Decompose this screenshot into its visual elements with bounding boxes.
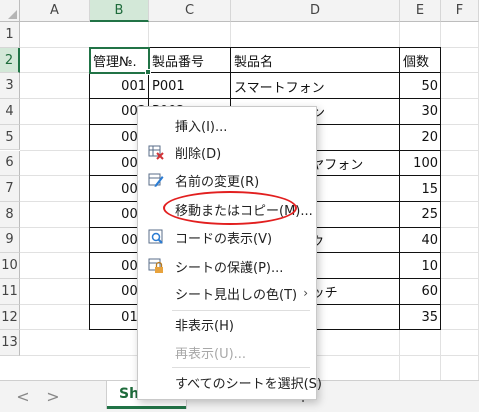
table-cell[interactable]: P001 [149, 73, 231, 99]
menu-item-insert[interactable]: 挿入(I)... [138, 113, 316, 137]
row-header-9[interactable]: 9 [0, 227, 20, 254]
menu-item-label: すべてのシートを選択(S) [175, 376, 322, 392]
column-header-b[interactable]: B [90, 0, 149, 22]
header-cell[interactable]: 製品名 [231, 48, 400, 74]
row-header-6[interactable]: 6 [0, 150, 20, 177]
menu-item-label: 非表示(H) [175, 318, 234, 334]
fill-handle[interactable] [145, 69, 151, 76]
column-header-c[interactable]: C [149, 0, 231, 22]
row-header-8[interactable]: 8 [0, 201, 20, 228]
menu-item-label: コードの表示(V) [175, 231, 273, 247]
table-cell[interactable]: 40 [400, 228, 441, 254]
menu-item-label: 削除(D) [175, 146, 222, 162]
table-cell[interactable]: 25 [400, 202, 441, 228]
menu-item-unhide: 再表示(U)... [138, 340, 316, 364]
view-code-icon [148, 229, 164, 245]
row-header-13[interactable]: 13 [0, 330, 20, 357]
table-border [399, 47, 400, 331]
menu-item-view-code[interactable]: コードの表示(V) [138, 225, 316, 249]
menu-separator [172, 310, 310, 311]
select-all-button[interactable] [0, 0, 20, 22]
column-header-d[interactable]: D [231, 0, 400, 22]
menu-item-tab-color[interactable]: シート見出しの色(T) › [138, 281, 316, 305]
row-header-10[interactable]: 10 [0, 253, 20, 279]
row-header-7[interactable]: 7 [0, 176, 20, 202]
menu-item-move-or-copy[interactable]: 移動またはコピー(M)... [138, 197, 316, 221]
submenu-arrow-icon: › [303, 286, 308, 300]
table-border [440, 47, 441, 331]
menu-item-label: 再表示(U)... [175, 346, 247, 362]
menu-item-select-all-sheets[interactable]: すべてのシートを選択(S) [138, 370, 322, 394]
row-header-11[interactable]: 11 [0, 279, 20, 305]
header-cell[interactable]: 管理№. [89, 46, 150, 75]
sheet-context-menu: 挿入(I)... 削除(D) 名前の変更(R) 移動またはコピー(M)... コ… [137, 106, 322, 400]
menu-item-label: シートの保護(P)... [175, 260, 284, 276]
column-header-e[interactable]: E [400, 0, 441, 22]
header-cell[interactable]: 製品番号 [149, 48, 231, 74]
row-header-3[interactable]: 3 [0, 73, 20, 100]
table-cell[interactable]: 100 [400, 151, 441, 177]
row-header-1[interactable]: 1 [0, 22, 20, 48]
column-header-a[interactable]: A [20, 0, 90, 22]
table-cell[interactable]: 15 [400, 176, 441, 202]
menu-item-label: 挿入(I)... [175, 119, 228, 135]
table-border [89, 47, 90, 331]
menu-separator [172, 367, 310, 368]
table-cell[interactable]: 20 [400, 125, 441, 151]
header-cell[interactable]: 個数 [400, 48, 441, 74]
table-cell[interactable]: 30 [400, 99, 441, 125]
menu-item-label: 名前の変更(R) [175, 174, 260, 190]
next-sheet-icon[interactable]: > [44, 387, 62, 406]
row-header-12[interactable]: 12 [0, 304, 20, 331]
row-header-2[interactable]: 2 [0, 47, 20, 74]
table-cell[interactable]: 35 [400, 305, 441, 331]
menu-item-hide[interactable]: 非表示(H) [138, 312, 316, 336]
rename-icon [148, 172, 164, 188]
menu-item-protect-sheet[interactable]: シートの保護(P)... [138, 254, 316, 278]
menu-item-label: シート見出しの色(T) [175, 287, 298, 303]
protect-sheet-icon [148, 258, 164, 274]
menu-item-label: 移動またはコピー(M)... [175, 203, 313, 219]
row-header-5[interactable]: 5 [0, 124, 20, 151]
table-cell[interactable]: 50 [400, 73, 441, 99]
delete-sheet-icon [148, 144, 164, 160]
menu-item-delete[interactable]: 削除(D) [138, 140, 316, 164]
table-cell[interactable]: 10 [400, 253, 441, 279]
table-cell[interactable]: スマートフォン [231, 73, 400, 99]
column-header-f[interactable]: F [441, 0, 479, 22]
table-cell[interactable]: 001 [90, 73, 149, 99]
prev-sheet-icon[interactable]: < [14, 387, 32, 406]
table-cell[interactable]: 60 [400, 279, 441, 305]
table-border [89, 98, 441, 100]
row-header-4[interactable]: 4 [0, 99, 20, 125]
menu-item-rename[interactable]: 名前の変更(R) [138, 168, 316, 192]
